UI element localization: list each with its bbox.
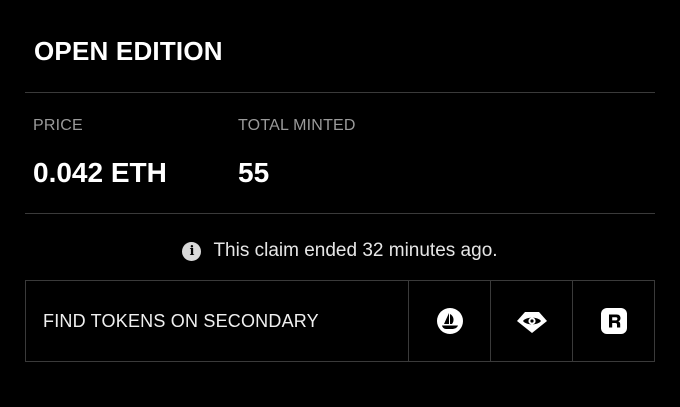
info-icon: i xyxy=(182,241,202,261)
rarible-icon xyxy=(600,307,628,335)
price-label: PRICE xyxy=(33,117,83,134)
opensea-button[interactable] xyxy=(408,281,490,361)
secondary-market-bar: FIND TOKENS ON SECONDARY xyxy=(25,280,655,362)
looksrare-button[interactable] xyxy=(490,281,572,361)
total-minted-value: 55 xyxy=(238,157,270,188)
looksrare-eye-icon xyxy=(515,308,549,334)
page-title: OPEN EDITION xyxy=(34,36,223,66)
total-minted-label: TOTAL MINTED xyxy=(238,117,356,134)
total-minted-stat: TOTAL MINTED 55 xyxy=(238,117,356,189)
price-stat: PRICE 0.042 ETH xyxy=(33,117,167,189)
opensea-icon xyxy=(436,307,464,335)
rarible-button[interactable] xyxy=(572,281,654,361)
price-value: 0.042 ETH xyxy=(33,157,167,188)
divider-bottom xyxy=(25,213,655,214)
claim-notice-text: This claim ended 32 minutes ago. xyxy=(213,240,498,261)
find-tokens-label: FIND TOKENS ON SECONDARY xyxy=(43,310,319,331)
claim-notice: i This claim ended 32 minutes ago. xyxy=(0,240,680,262)
divider-top xyxy=(25,92,655,93)
